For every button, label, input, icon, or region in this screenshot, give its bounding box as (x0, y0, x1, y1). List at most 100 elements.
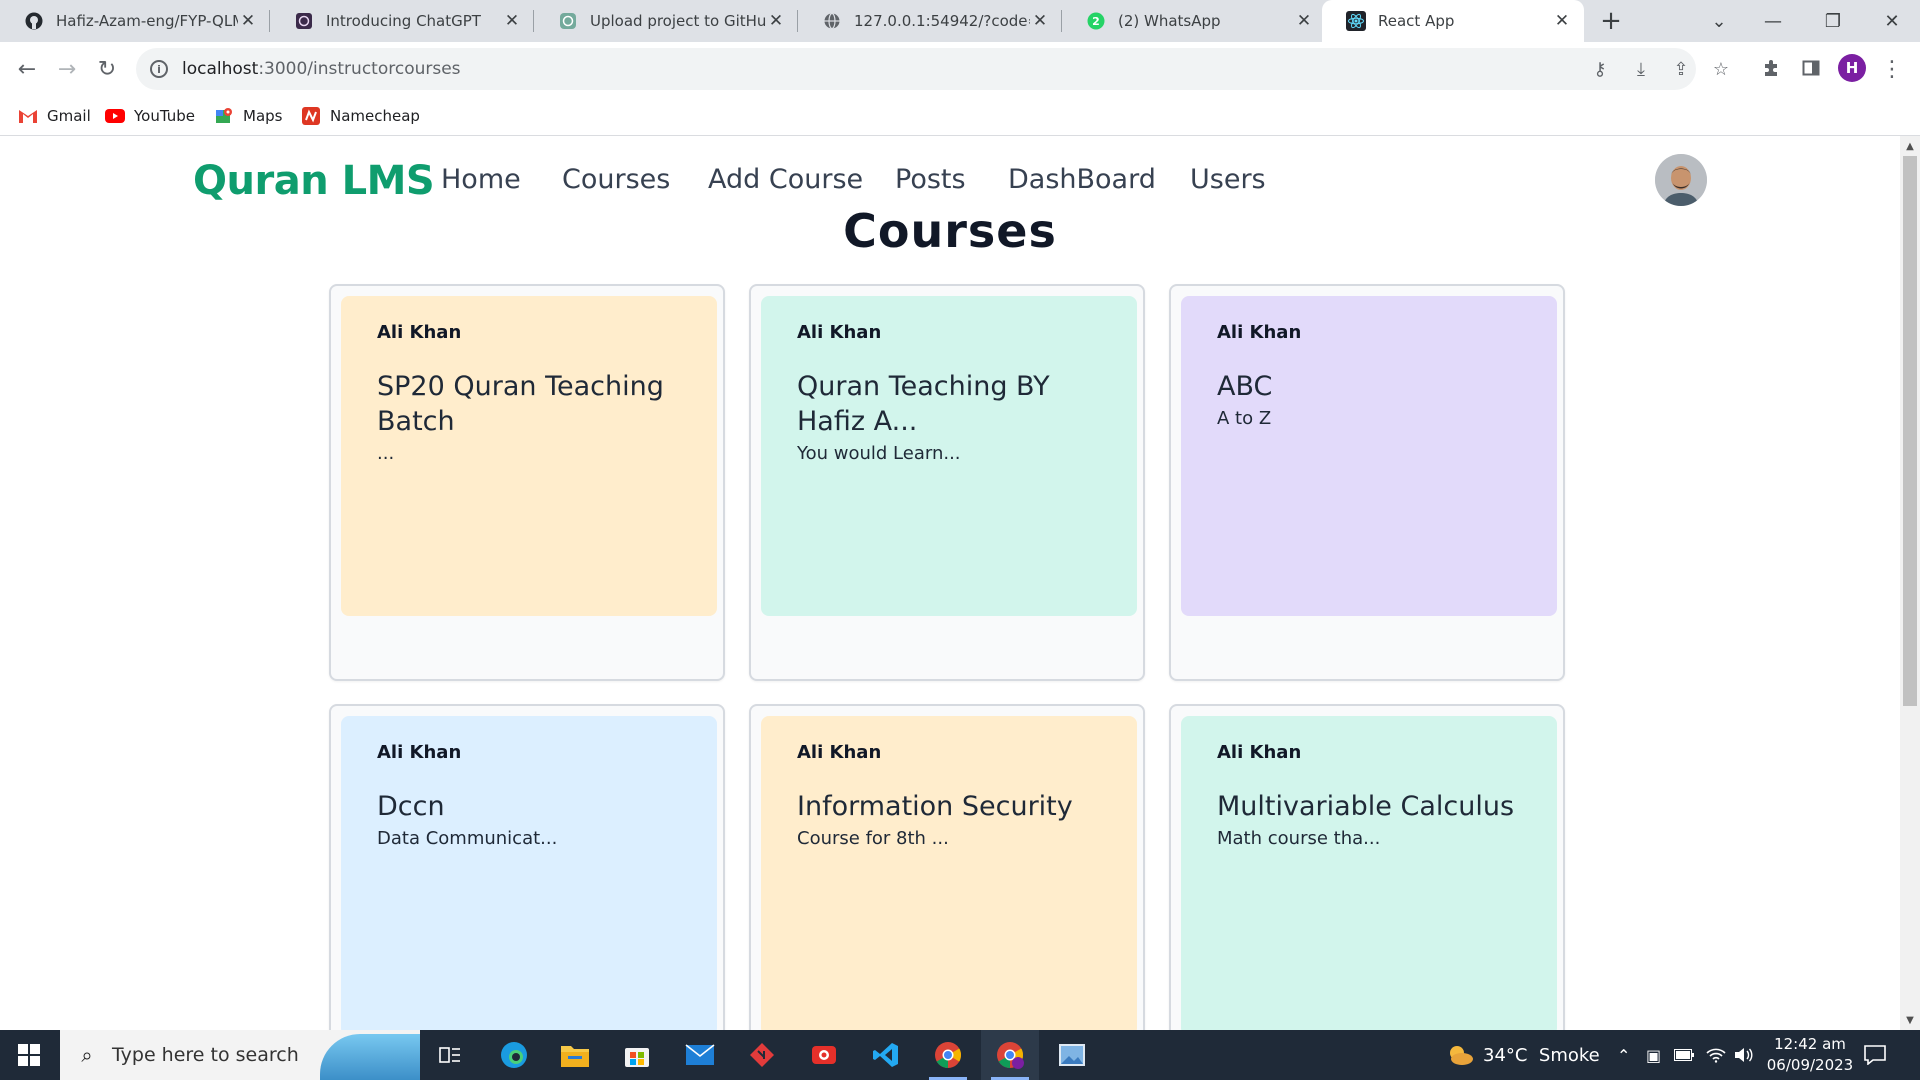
course-card[interactable]: Ali Khan Information Security Course for… (749, 704, 1145, 1030)
page-title: Courses (843, 204, 1057, 258)
reload-icon[interactable]: ↻ (90, 52, 124, 86)
course-card[interactable]: Ali Khan SP20 Quran Teaching Batch ... (329, 284, 725, 681)
mail-icon[interactable] (671, 1030, 729, 1080)
page-viewport: Quran LMS Home Courses Add Course Posts … (0, 136, 1900, 1030)
scroll-down-arrow-icon[interactable]: ▼ (1900, 1012, 1920, 1028)
task-view-icon[interactable] (421, 1030, 479, 1080)
edge-icon[interactable] (485, 1030, 543, 1080)
brand-logo[interactable]: Quran LMS (193, 158, 435, 204)
new-tab-button[interactable]: + (1596, 6, 1626, 36)
share-icon[interactable]: ⇪ (1667, 55, 1695, 83)
extensions-puzzle-icon[interactable] (1756, 53, 1786, 83)
close-icon[interactable]: ✕ (238, 11, 258, 31)
course-card-body: Ali Khan Multivariable Calculus Math cou… (1181, 716, 1557, 1030)
nav-dashboard[interactable]: DashBoard (1008, 164, 1156, 195)
close-icon[interactable]: ✕ (766, 11, 786, 31)
chrome-profile-icon[interactable] (981, 1030, 1039, 1080)
tab-title: Hafiz-Azam-eng/FYP-QLMS (56, 12, 238, 30)
taskbar-search-box[interactable]: ⌕ Type here to search (60, 1030, 420, 1080)
tab-search-chevron-icon[interactable]: ⌄ (1691, 0, 1747, 42)
bookmark-maps[interactable]: Maps (214, 103, 282, 129)
search-icon: ⌕ (81, 1043, 93, 1067)
star-icon[interactable]: ☆ (1707, 55, 1735, 83)
url-host: localhost (182, 59, 259, 79)
close-icon[interactable]: ✕ (502, 11, 522, 31)
key-icon[interactable]: ⚷ (1586, 55, 1614, 83)
course-author: Ali Khan (797, 322, 882, 343)
close-icon[interactable]: ✕ (1030, 11, 1050, 31)
install-app-icon[interactable]: ⤓ (1627, 55, 1655, 83)
nav-users[interactable]: Users (1190, 164, 1266, 195)
vscode-icon[interactable] (857, 1030, 915, 1080)
namecheap-icon (301, 106, 321, 126)
tab-title: 127.0.0.1:54942/?code=aa9 (854, 12, 1030, 30)
tab-react-app[interactable]: React App ✕ (1322, 0, 1584, 42)
minimize-button[interactable]: — (1745, 0, 1801, 42)
forward-arrow-icon[interactable]: → (50, 52, 84, 86)
gmail-icon (18, 106, 38, 126)
back-arrow-icon[interactable]: ← (10, 52, 44, 86)
search-placeholder: Type here to search (112, 1044, 299, 1066)
windows-start-icon[interactable] (0, 1030, 58, 1080)
tab-chatgpt-intro[interactable]: Introducing ChatGPT ✕ (270, 0, 534, 42)
weather-widget[interactable]: 34°C Smoke (1445, 1030, 1600, 1080)
volume-icon[interactable] (1734, 1030, 1754, 1080)
nav-home[interactable]: Home (441, 164, 521, 195)
system-clock[interactable]: 12:42 am 06/09/2023 (1762, 1034, 1858, 1076)
profile-avatar[interactable]: H (1838, 54, 1866, 82)
git-app-icon[interactable] (733, 1030, 791, 1080)
meet-now-icon[interactable]: ▣ (1646, 1030, 1661, 1080)
address-bar[interactable]: i localhost:3000/instructorcourses (136, 48, 1696, 90)
youtube-icon (105, 106, 125, 126)
course-title: Multivariable Calculus (1217, 791, 1515, 822)
tab-github[interactable]: Hafiz-Azam-eng/FYP-QLMS ✕ (0, 0, 270, 42)
tab-localhost-code[interactable]: 127.0.0.1:54942/?code=aa9 ✕ (798, 0, 1062, 42)
svg-text:2: 2 (1092, 15, 1100, 28)
close-icon[interactable]: ✕ (1294, 11, 1314, 31)
screen-recorder-icon[interactable] (795, 1030, 853, 1080)
course-card-body: Ali Khan ABC A to Z (1181, 296, 1557, 616)
course-author: Ali Khan (377, 742, 462, 763)
course-card[interactable]: Ali Khan Quran Teaching BY Hafiz A... Yo… (749, 284, 1145, 681)
user-avatar[interactable] (1655, 154, 1707, 206)
page-scrollbar[interactable]: ▲ ▼ (1900, 136, 1920, 1030)
info-icon[interactable]: i (150, 60, 168, 78)
maps-icon (214, 106, 234, 126)
show-hidden-icons-chevron-icon[interactable]: ⌃ (1617, 1030, 1630, 1080)
file-explorer-icon[interactable] (546, 1030, 604, 1080)
wifi-icon[interactable] (1706, 1030, 1726, 1080)
chrome-icon[interactable] (919, 1030, 977, 1080)
nav-add-course[interactable]: Add Course (708, 164, 863, 195)
scrollbar-thumb[interactable] (1903, 156, 1917, 706)
browser-toolbar: ← → ↻ i localhost:3000/instructorcourses… (0, 42, 1920, 97)
tab-title: (2) WhatsApp (1118, 12, 1221, 30)
nav-courses[interactable]: Courses (562, 164, 670, 195)
close-icon[interactable]: ✕ (1552, 11, 1572, 31)
microsoft-store-icon[interactable] (608, 1030, 666, 1080)
tab-whatsapp[interactable]: 2 (2) WhatsApp ✕ (1062, 0, 1326, 42)
bookmark-gmail[interactable]: Gmail (18, 103, 91, 129)
windows-taskbar: ⌕ Type here to search 34°C Smoke ⌃ ▣ 12:… (0, 1030, 1920, 1080)
chatgpt-icon (558, 11, 578, 31)
more-menu-icon[interactable]: ⋮ (1880, 54, 1904, 84)
bookmark-label: Namecheap (330, 107, 420, 125)
course-card[interactable]: Ali Khan Multivariable Calculus Math cou… (1169, 704, 1565, 1030)
bookmark-namecheap[interactable]: Namecheap (301, 103, 420, 129)
restore-button[interactable]: ❐ (1805, 0, 1861, 42)
course-title: Information Security (797, 791, 1073, 822)
bookmark-label: Gmail (47, 107, 91, 125)
window-close-button[interactable]: ✕ (1864, 0, 1920, 42)
bookmark-youtube[interactable]: YouTube (105, 103, 195, 129)
course-card[interactable]: Ali Khan ABC A to Z (1169, 284, 1565, 681)
photos-icon[interactable] (1043, 1030, 1101, 1080)
battery-icon[interactable] (1674, 1030, 1694, 1080)
nav-posts[interactable]: Posts (895, 164, 966, 195)
notifications-icon[interactable] (1864, 1030, 1886, 1080)
tab-upload-github[interactable]: Upload project to GitHub. ✕ (534, 0, 798, 42)
openai-icon (294, 11, 314, 31)
course-card[interactable]: Ali Khan Dccn Data Communicat... (329, 704, 725, 1030)
side-panel-icon[interactable] (1796, 53, 1826, 83)
weather-cloud-sun-icon (1445, 1043, 1475, 1067)
bookmarks-bar: Gmail YouTube Maps Namecheap (0, 97, 1920, 136)
scroll-up-arrow-icon[interactable]: ▲ (1900, 138, 1920, 154)
